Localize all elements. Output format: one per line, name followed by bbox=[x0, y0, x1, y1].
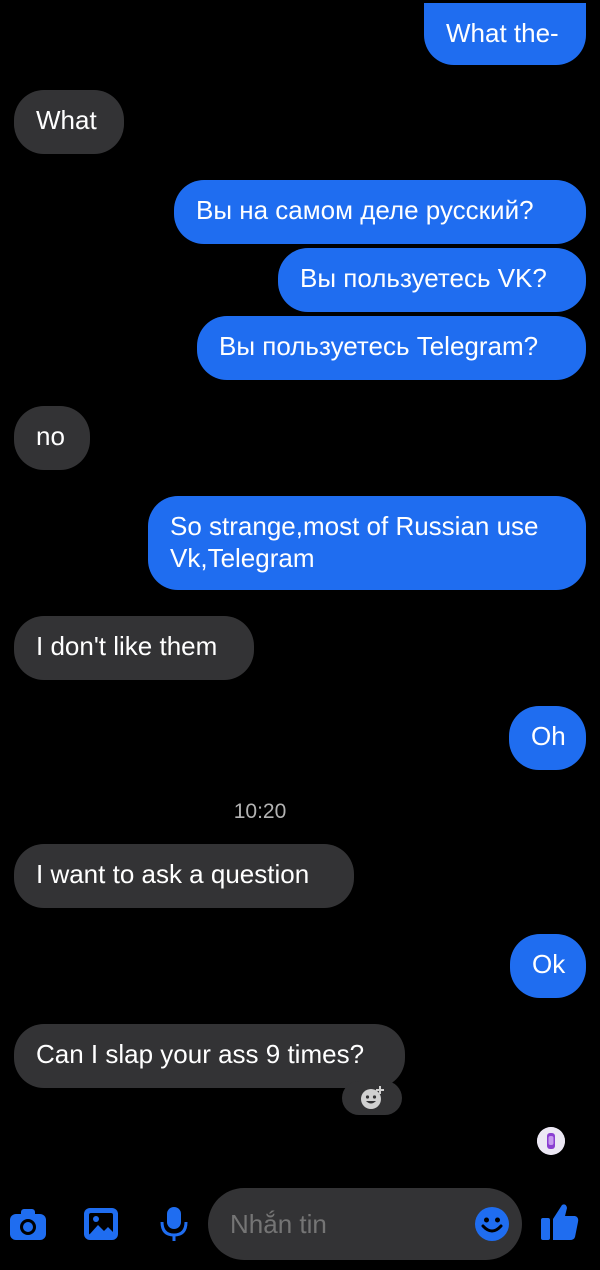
camera-icon bbox=[10, 1209, 46, 1240]
message-incoming[interactable]: Can I slap your ass 9 times? bbox=[14, 1024, 405, 1088]
message-incoming[interactable]: I want to ask a question bbox=[14, 844, 354, 908]
timestamp: 10:20 bbox=[233, 800, 287, 823]
message-outgoing[interactable]: Ok bbox=[510, 934, 586, 998]
avatar-icon bbox=[537, 1127, 565, 1155]
microphone-button[interactable] bbox=[154, 1204, 194, 1244]
message-input-container[interactable] bbox=[208, 1188, 522, 1260]
gallery-button[interactable] bbox=[81, 1204, 121, 1244]
add-reaction-icon bbox=[361, 1086, 384, 1109]
emoji-icon bbox=[475, 1207, 509, 1241]
seen-avatar bbox=[537, 1127, 565, 1155]
message-outgoing[interactable]: Oh bbox=[509, 706, 586, 770]
like-button[interactable] bbox=[538, 1200, 582, 1244]
message-incoming[interactable]: What bbox=[14, 90, 124, 154]
thumbs-up-icon bbox=[541, 1204, 579, 1240]
microphone-icon bbox=[160, 1207, 188, 1241]
message-outgoing[interactable]: So strange,most of Russian use Vk,Telegr… bbox=[148, 496, 586, 590]
message-outgoing[interactable]: Вы на самом деле русский? bbox=[174, 180, 586, 244]
emoji-button[interactable] bbox=[474, 1206, 510, 1242]
gallery-icon bbox=[84, 1208, 118, 1240]
message-outgoing[interactable]: Вы пользуетесь VK? bbox=[278, 248, 586, 312]
message-incoming[interactable]: I don't like them bbox=[14, 616, 254, 680]
message-outgoing[interactable]: Вы пользуетесь Telegram? bbox=[197, 316, 586, 380]
add-reaction-button[interactable] bbox=[342, 1081, 402, 1115]
message-incoming[interactable]: no bbox=[14, 406, 90, 470]
camera-button[interactable] bbox=[8, 1204, 48, 1244]
message-outgoing[interactable]: What the- bbox=[424, 3, 586, 65]
message-input[interactable] bbox=[230, 1188, 470, 1260]
